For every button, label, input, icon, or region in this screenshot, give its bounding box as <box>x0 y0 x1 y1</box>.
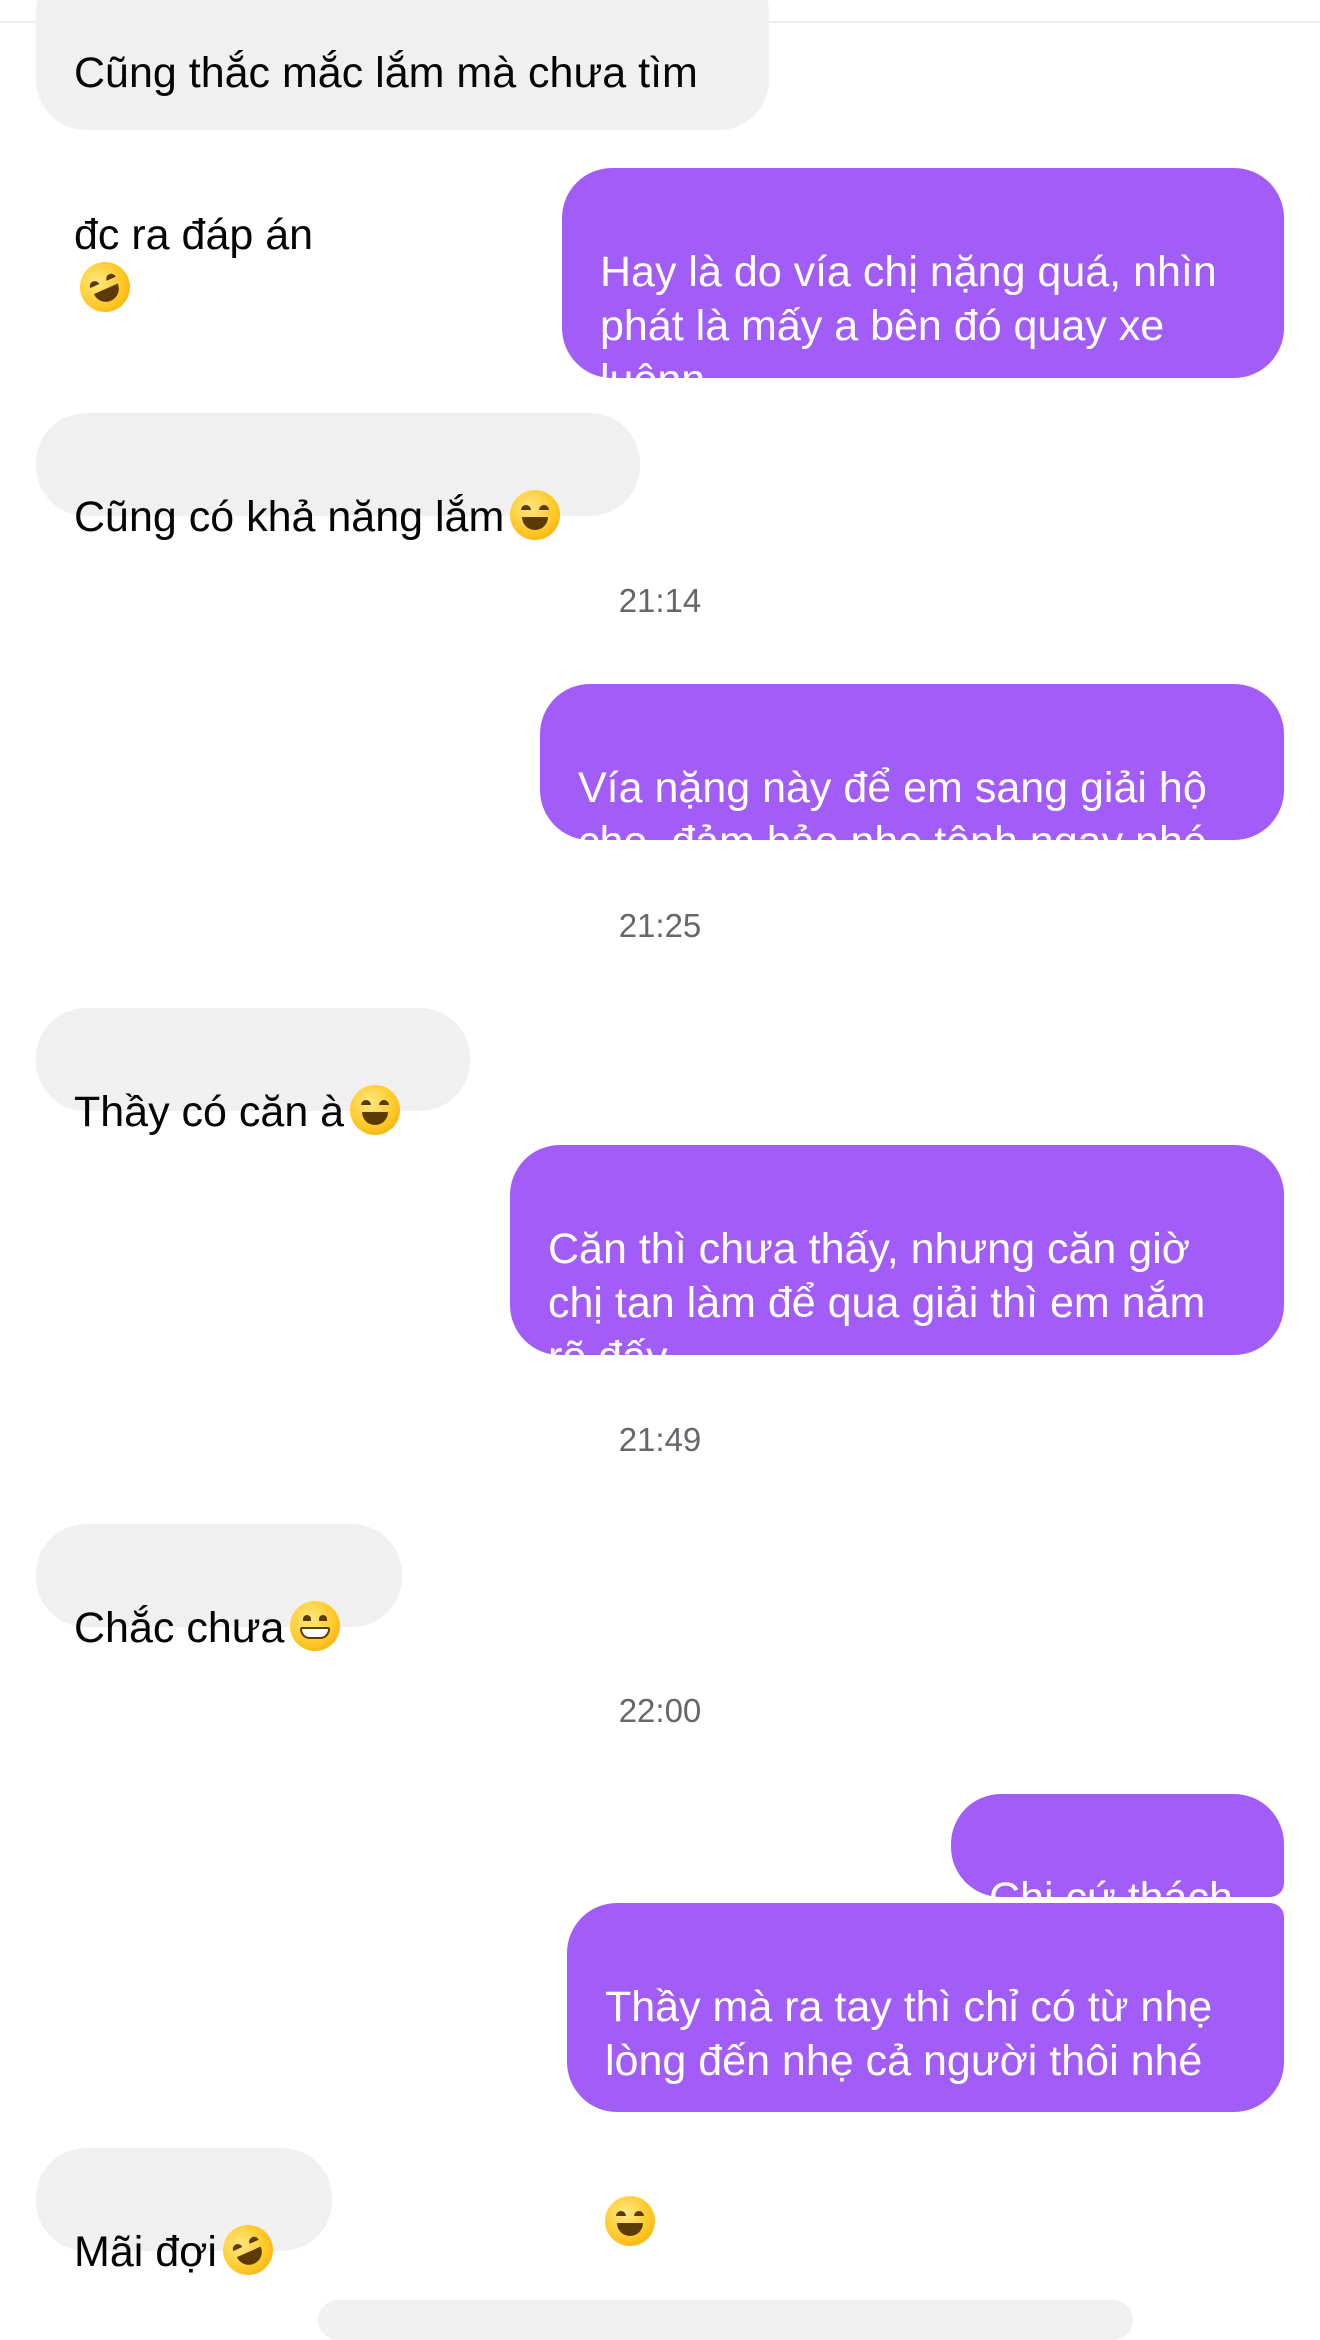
timestamp: 21:14 <box>618 582 702 619</box>
incoming-message[interactable]: Mãi đợi <box>36 2148 332 2284</box>
partial-bubble-bottom <box>318 2300 1133 2340</box>
outgoing-message[interactable]: Thầy mà ra tay thì chỉ có từ nhẹ lòng đế… <box>567 1903 1284 2246</box>
incoming-message[interactable]: Chắc chưa <box>36 1524 402 1652</box>
message-text: Cũng có khả năng lắm <box>74 493 505 541</box>
incoming-message[interactable]: Cũng có khả năng lắm <box>36 413 640 541</box>
outgoing-message[interactable]: Chị cứ thách <box>951 1794 1284 1922</box>
rolling-on-floor-laughing-icon <box>214 2216 281 2284</box>
rolling-on-floor-laughing-icon <box>71 253 139 321</box>
message-text: Hay là do vía chị nặng quá, nhìn phát là… <box>600 248 1217 404</box>
message-text: Chắc chưa <box>74 1604 285 1652</box>
message-text: Thầy có căn à <box>74 1088 345 1136</box>
outgoing-message[interactable]: Vía nặng này để em sang giải hộ cho, đảm… <box>540 684 1284 866</box>
message-text: Cũng thắc mắc lắm mà chưa tìm <box>74 49 698 97</box>
tears-of-joy-icon <box>350 1085 401 1135</box>
message-text: đc ra đáp án <box>74 211 314 259</box>
tears-of-joy-icon <box>510 490 561 540</box>
timestamp: 22:00 <box>618 1692 702 1729</box>
grinning-face-icon <box>290 1601 341 1651</box>
message-text: Mãi đợi <box>74 2228 217 2276</box>
message-text: Thầy mà ra tay thì chỉ có từ nhẹ lòng đế… <box>605 1983 1213 2085</box>
incoming-message[interactable]: Cũng thắc mắc lắm mà chưa tìm đc ra đáp … <box>36 0 769 321</box>
outgoing-message[interactable]: Căn thì chưa thấy, nhưng căn giờ chị tan… <box>510 1145 1284 1381</box>
timestamp: 21:25 <box>618 907 702 944</box>
outgoing-message[interactable]: Hay là do vía chị nặng quá, nhìn phát là… <box>562 168 1284 404</box>
message-text: Vía nặng này để em sang giải hộ cho, đảm… <box>578 764 1207 866</box>
incoming-message[interactable]: Thầy có căn à <box>36 1008 470 1136</box>
message-text: Căn thì chưa thấy, nhưng căn giờ chị tan… <box>548 1225 1206 1381</box>
tears-of-joy-icon <box>605 2196 655 2246</box>
timestamp: 21:49 <box>618 1421 702 1458</box>
